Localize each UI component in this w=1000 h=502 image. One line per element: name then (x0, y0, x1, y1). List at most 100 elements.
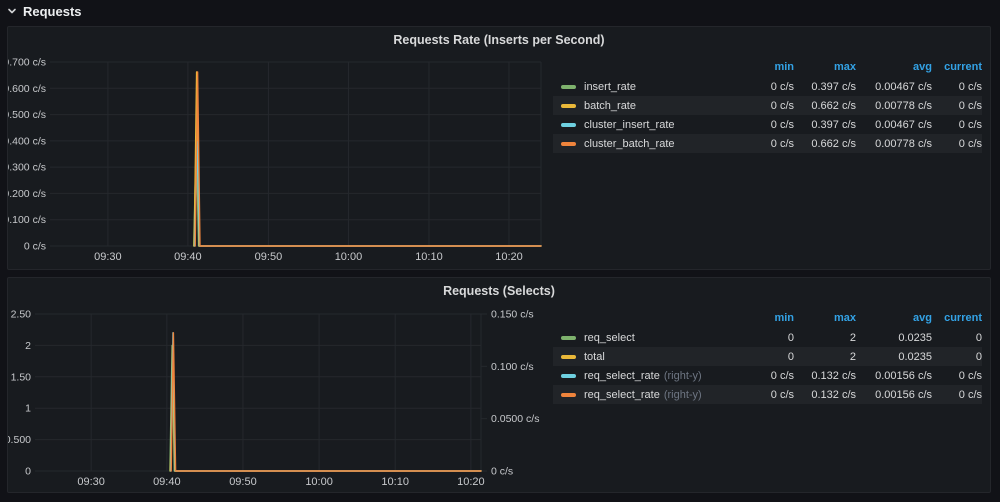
y-axis-label-left: 0.500 c/s (8, 109, 46, 121)
x-axis-label: 10:20 (457, 476, 485, 488)
y-axis-label-left: 0.700 c/s (8, 57, 46, 69)
y-axis-label-left: 0.500 (8, 434, 31, 446)
series-color-swatch[interactable] (561, 104, 576, 108)
row-title: Requests (23, 4, 82, 19)
series-name[interactable]: req_select (584, 332, 635, 344)
series-name[interactable]: total (584, 351, 605, 363)
legend-value-current: 0 c/s (932, 389, 982, 401)
legend-value-max: 0.132 c/s (794, 389, 856, 401)
series-name[interactable]: cluster_batch_rate (584, 138, 675, 150)
series-name[interactable]: batch_rate (584, 100, 636, 112)
legend-series-name-cell: batch_rate (553, 100, 736, 112)
x-axis-label: 10:00 (335, 251, 363, 263)
legend-series-name-cell: total (553, 351, 736, 363)
legend-value-max: 2 (794, 332, 856, 344)
legend-series-name-cell: req_select (553, 332, 736, 344)
requests-rate-chart[interactable]: 09:30 09:40 09:50 10:00 10:10 10:20 0.700 c/s 0… (8, 53, 553, 265)
panel-title-requests-rate[interactable]: Requests Rate (Inserts per Second) (8, 27, 990, 53)
requests-selects-chart[interactable]: 09:3009:4009:5010:0010:1010:202.5021.501… (8, 304, 553, 494)
legend-value-min: 0 c/s (736, 100, 794, 112)
series-name[interactable]: cluster_insert_rate (584, 119, 675, 131)
y-axis-label-left: 0.600 c/s (8, 83, 46, 95)
legend-series-row[interactable]: batch_rate0 c/s0.662 c/s0.00778 c/s0 c/s (553, 96, 982, 115)
legend-value-avg: 0.00467 c/s (856, 81, 932, 93)
series-name[interactable]: req_select_rate (584, 389, 660, 401)
legend-series-row[interactable]: req_select_rate(right-y)0 c/s0.132 c/s0.… (553, 385, 982, 404)
y-axis-label-left: 0 (25, 466, 31, 478)
legend-header-row: minmaxavgcurrent (553, 59, 982, 75)
legend-value-max: 0.662 c/s (794, 100, 856, 112)
legend-series-name-cell: cluster_insert_rate (553, 119, 736, 131)
y-axis-label-left: 0.300 c/s (8, 162, 46, 174)
x-axis-label: 10:10 (415, 251, 443, 263)
legend-series-row[interactable]: req_select020.02350 (553, 328, 982, 347)
legend-col-header-avg[interactable]: avg (856, 312, 932, 324)
legend-series-row[interactable]: insert_rate0 c/s0.397 c/s0.00467 c/s0 c/… (553, 77, 982, 96)
legend-series-name-cell: req_select_rate (right-y) (553, 389, 736, 401)
y-axis-label-left: 1 (25, 403, 31, 415)
legend-col-header-current[interactable]: current (932, 61, 982, 73)
legend-series-row[interactable]: cluster_insert_rate0 c/s0.397 c/s0.00467… (553, 115, 982, 134)
y-axis-label-right: 0.0500 c/s (491, 413, 539, 425)
series-name[interactable]: insert_rate (584, 81, 636, 93)
legend-series-name-cell: req_select_rate (right-y) (553, 370, 736, 382)
series-color-swatch[interactable] (561, 142, 576, 146)
legend-col-header-avg[interactable]: avg (856, 61, 932, 73)
legend-value-avg: 0.00467 c/s (856, 119, 932, 131)
legend-value-current: 0 c/s (932, 138, 982, 150)
legend-series-row[interactable]: cluster_batch_rate0 c/s0.662 c/s0.00778 … (553, 134, 982, 153)
legend-value-avg: 0.00778 c/s (856, 100, 932, 112)
legend-value-avg: 0.00778 c/s (856, 138, 932, 150)
legend-value-min: 0 c/s (736, 389, 794, 401)
legend-col-header-min[interactable]: min (736, 312, 794, 324)
series-name[interactable]: req_select_rate (584, 370, 660, 382)
legend-col-header-max[interactable]: max (794, 61, 856, 73)
legend-value-min: 0 (736, 351, 794, 363)
row-header-requests[interactable]: Requests (6, 1, 82, 21)
y-axis-label-left: 2.50 (11, 309, 32, 321)
legend-value-avg: 0.00156 c/s (856, 370, 932, 382)
legend-value-current: 0 (932, 351, 982, 363)
y-axis-label-right: 0 c/s (491, 466, 513, 478)
legend-header-row: minmaxavgcurrent (553, 310, 982, 326)
legend-col-header-max[interactable]: max (794, 312, 856, 324)
legend-value-avg: 0.0235 (856, 351, 932, 363)
series-color-swatch[interactable] (561, 85, 576, 89)
series-color-swatch[interactable] (561, 393, 576, 397)
legend-series-row[interactable]: req_select_rate(right-y)0 c/s0.132 c/s0.… (553, 366, 982, 385)
legend-value-min: 0 c/s (736, 119, 794, 131)
x-axis-label: 09:50 (229, 476, 257, 488)
y-axis-label-left: 0.100 c/s (8, 214, 46, 226)
legend-table-requests-selects: minmaxavgcurrentreq_select020.02350total… (553, 310, 990, 404)
legend-series-row[interactable]: total020.02350 (553, 347, 982, 366)
y-axis-label-left: 2 (25, 340, 31, 352)
series-line-req_select_rate (171, 333, 481, 471)
series-line-req_select_rate_cluster (171, 333, 481, 471)
legend-value-current: 0 c/s (932, 119, 982, 131)
x-axis-label: 09:50 (255, 251, 283, 263)
panel-requests-selects: Requests (Selects) 09:3009:4009:5010:001… (7, 277, 991, 493)
legend-value-avg: 0.00156 c/s (856, 389, 932, 401)
series-axis-suffix: (right-y) (664, 370, 702, 382)
legend-value-avg: 0.0235 (856, 332, 932, 344)
x-axis-label: 10:20 (495, 251, 523, 263)
series-axis-suffix: (right-y) (664, 389, 702, 401)
series-color-swatch[interactable] (561, 123, 576, 127)
y-axis-label-left: 0.200 c/s (8, 188, 46, 200)
y-axis-label-right: 0.100 c/s (491, 361, 534, 373)
legend-col-header-current[interactable]: current (932, 312, 982, 324)
legend-value-current: 0 c/s (932, 81, 982, 93)
y-axis-label-left: 1.50 (11, 371, 32, 383)
series-color-swatch[interactable] (561, 355, 576, 359)
panel-title-requests-selects[interactable]: Requests (Selects) (8, 278, 990, 304)
legend-value-max: 0.397 c/s (794, 81, 856, 93)
panel-requests-rate: Requests Rate (Inserts per Second) 09:30… (7, 26, 991, 270)
legend-series-name-cell: cluster_batch_rate (553, 138, 736, 150)
legend-value-max: 2 (794, 351, 856, 363)
series-color-swatch[interactable] (561, 374, 576, 378)
legend-col-header-min[interactable]: min (736, 61, 794, 73)
series-color-swatch[interactable] (561, 336, 576, 340)
x-axis-label: 09:40 (153, 476, 181, 488)
x-axis-label: 09:30 (94, 251, 122, 263)
x-axis-label: 09:40 (174, 251, 202, 263)
